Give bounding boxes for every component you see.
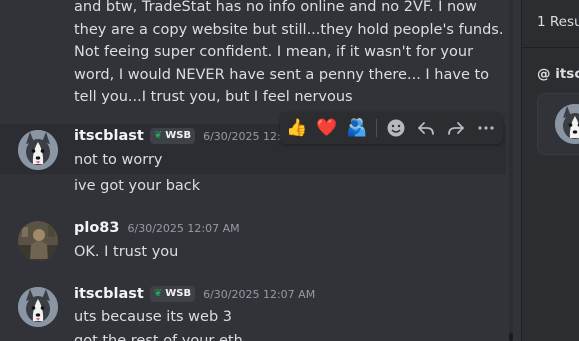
message-list[interactable]: and btw, TradeStat has no info online an… — [0, 0, 521, 341]
message-plo83[interactable]: plo83 6/30/2025 12:07 AM OK. I trust you — [0, 216, 506, 266]
reaction-hug[interactable]: 🫂 — [346, 117, 368, 139]
search-result-count: 1 Resu — [537, 14, 579, 30]
message-text: uts because its web 3 — [74, 309, 232, 325]
discord-window: and btw, TradeStat has no info online an… — [0, 0, 579, 341]
message-text: got the rest of your eth — [74, 333, 243, 341]
server-tag[interactable]: ❦ WSB — [149, 285, 196, 302]
reaction-thumbs-up[interactable]: 👍 — [286, 117, 308, 139]
message-text-line: tell you...I trust you, but I feel nervo… — [74, 89, 353, 105]
search-result-channel[interactable]: @ itsc — [537, 66, 579, 82]
panel-divider — [521, 0, 522, 341]
previous-message-content: and btw, TradeStat has no info online an… — [74, 0, 514, 109]
scrollbar-track[interactable] — [509, 0, 513, 341]
message-header: itscblast ❦ WSB 6/30/2025 12:06 — [74, 127, 295, 146]
server-tag[interactable]: ❦ WSB — [149, 127, 196, 144]
avatar[interactable] — [555, 104, 579, 144]
timestamp[interactable]: 6/30/2025 12:07 AM — [128, 222, 240, 235]
message-text: OK. I trust you — [74, 244, 179, 260]
username[interactable]: plo83 — [74, 220, 120, 236]
avatar[interactable] — [18, 287, 58, 327]
server-tag-label: WSB — [165, 130, 192, 141]
panel-header-divider — [521, 47, 579, 48]
message-text-line: and btw, TradeStat has no info online an… — [74, 0, 477, 15]
scrollbar-thumb[interactable] — [509, 333, 513, 341]
username[interactable]: itscblast — [74, 286, 144, 302]
search-results-panel: 1 Resu @ itsc — [521, 0, 579, 341]
message-header: plo83 6/30/2025 12:07 AM — [74, 220, 240, 236]
message-text: ive got your back — [74, 178, 201, 194]
timestamp[interactable]: 6/30/2025 12:07 AM — [203, 288, 315, 301]
avatar[interactable] — [18, 130, 58, 170]
username[interactable]: itscblast — [74, 128, 144, 144]
avatar[interactable] — [18, 221, 58, 261]
message-header: itscblast ❦ WSB 6/30/2025 12:07 AM — [74, 285, 315, 304]
reply-icon[interactable] — [415, 117, 437, 139]
message-text-line: Not feeing super confident. I mean, if i… — [74, 44, 474, 60]
message-text-line: word, I would NEVER have sent a penny th… — [74, 66, 490, 83]
search-result-card[interactable] — [537, 93, 579, 155]
message-actions-toolbar: 👍 ❤️ 🫂 — [280, 112, 503, 144]
toolbar-divider — [376, 119, 377, 137]
message-text: not to worry — [74, 152, 163, 168]
reaction-heart[interactable]: ❤️ — [316, 117, 338, 139]
leaf-icon: ❦ — [153, 130, 163, 141]
more-icon[interactable] — [475, 117, 497, 139]
emoji-icon[interactable] — [385, 117, 407, 139]
forward-icon[interactable] — [445, 117, 467, 139]
message-itscblast-2[interactable]: itscblast ❦ WSB 6/30/2025 12:07 AM uts be… — [0, 282, 506, 341]
server-tag-label: WSB — [165, 288, 192, 299]
message-text-line: they are a copy website but still...they… — [74, 21, 504, 38]
leaf-icon: ❦ — [153, 288, 163, 299]
